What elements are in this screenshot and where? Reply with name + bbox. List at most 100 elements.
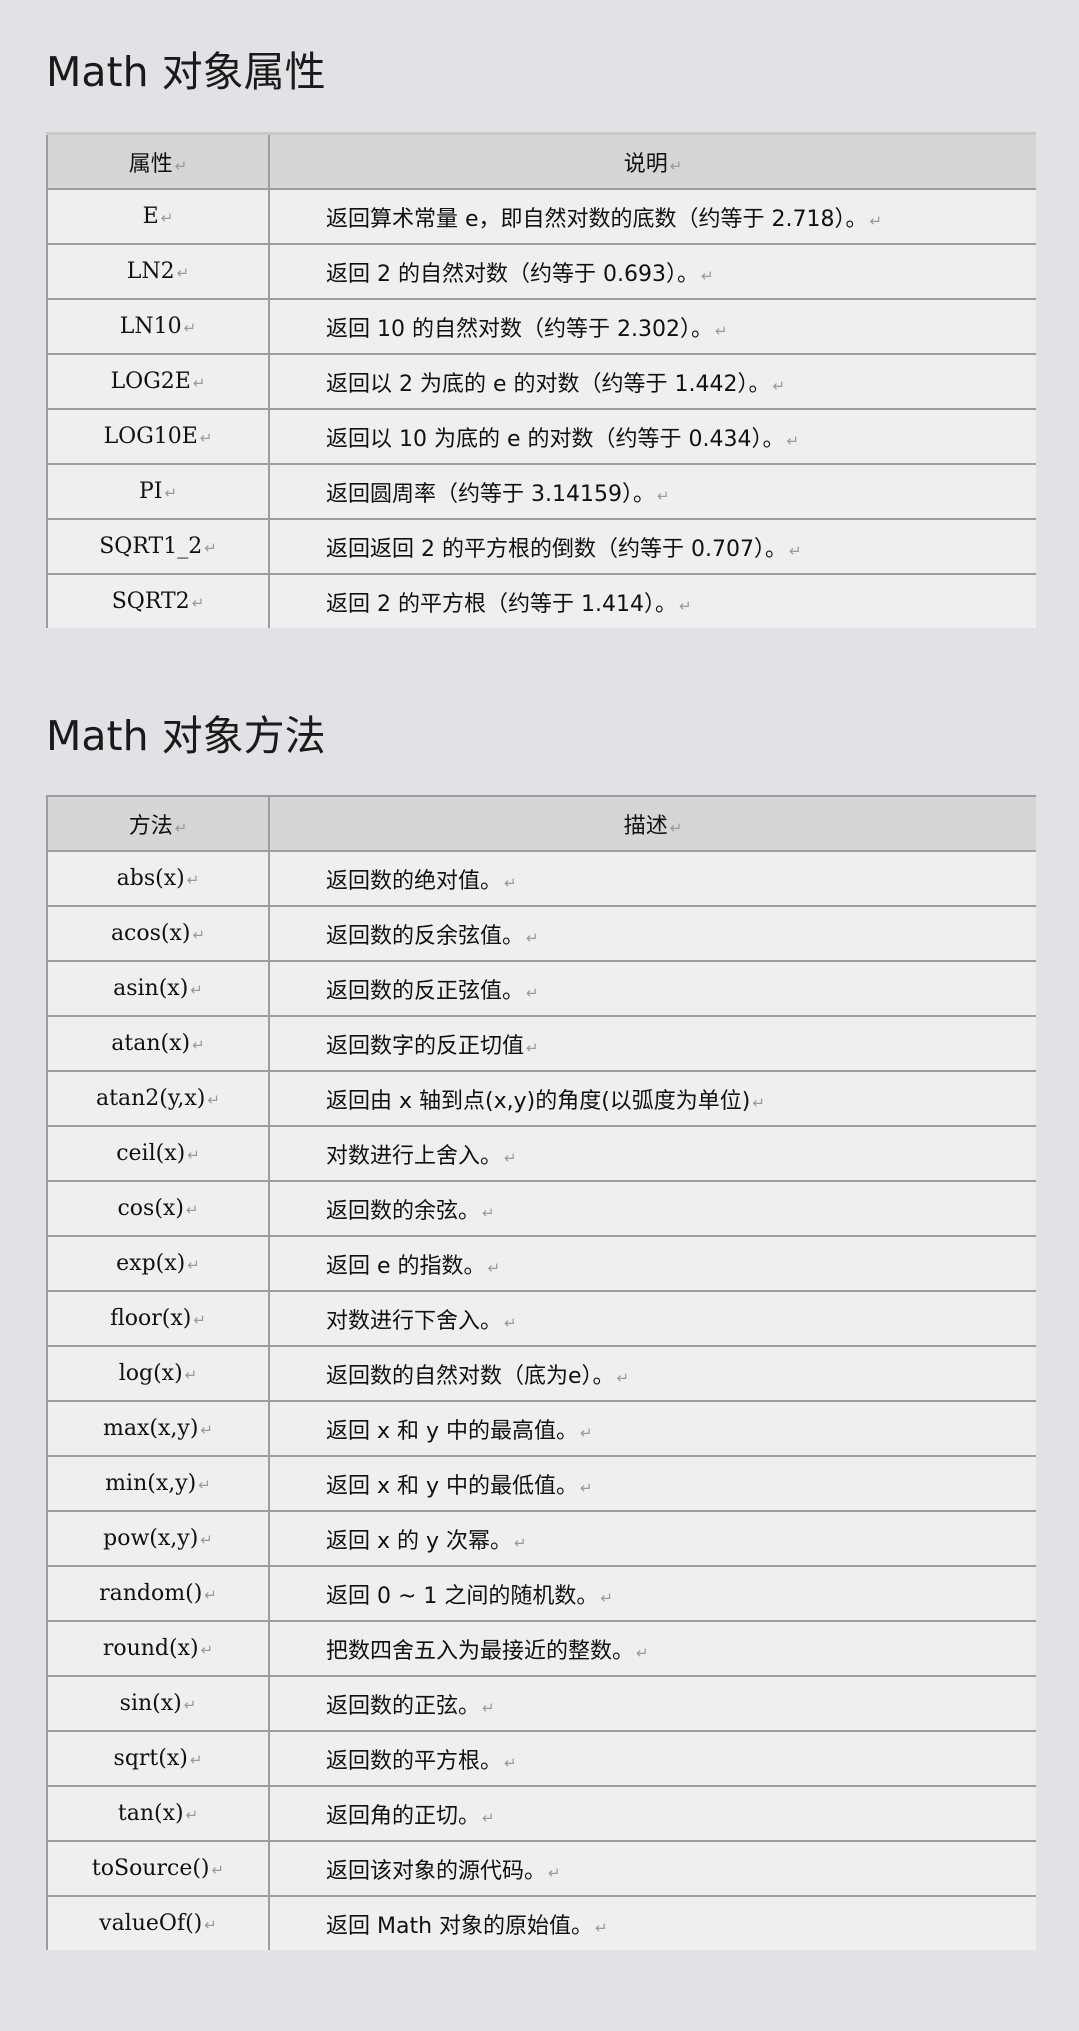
table-row: asin(x) ↵ 返回数的反正弦值。 ↵ bbox=[46, 960, 1036, 1017]
description-cell: 返回 e 的指数。 ↵ bbox=[268, 1235, 1036, 1292]
name-cell: floor(x) ↵ bbox=[46, 1290, 270, 1347]
table-row: PI ↵ 返回圆周率（约等于 3.14159）。 ↵ bbox=[46, 463, 1036, 520]
name-cell: abs(x) ↵ bbox=[46, 850, 270, 907]
header-label: 说明 bbox=[623, 151, 668, 177]
description-text: 对数进行上舍入。 bbox=[326, 1143, 503, 1169]
paragraph-mark-icon: ↵ bbox=[788, 541, 802, 560]
name-cell: atan(x) ↵ bbox=[46, 1015, 270, 1072]
name-text: random() bbox=[99, 1581, 203, 1606]
paragraph-mark-icon: ↵ bbox=[869, 211, 883, 230]
paragraph-mark-icon: ↵ bbox=[752, 1093, 765, 1112]
paragraph-mark-icon: ↵ bbox=[482, 1698, 495, 1717]
description-text: 返回 0 ~ 1 之间的随机数。 bbox=[326, 1583, 599, 1609]
paragraph-mark-icon: ↵ bbox=[669, 156, 683, 175]
paragraph-mark-icon: ↵ bbox=[714, 321, 728, 340]
name-text: LOG10E bbox=[103, 424, 198, 449]
description-text: 返回数的平方根。 bbox=[326, 1748, 503, 1774]
table-row: tan(x) ↵ 返回角的正切。 ↵ bbox=[46, 1785, 1036, 1842]
name-cell: round(x) ↵ bbox=[46, 1620, 270, 1677]
name-text: abs(x) bbox=[116, 866, 185, 891]
name-text: acos(x) bbox=[110, 921, 191, 946]
paragraph-mark-icon: ↵ bbox=[548, 1863, 561, 1882]
description-cell: 返回 x 和 y 中的最低值。 ↵ bbox=[268, 1455, 1036, 1512]
description-cell: 返回数的反余弦值。 ↵ bbox=[268, 905, 1036, 962]
name-text: floor(x) bbox=[110, 1306, 192, 1331]
name-cell: cos(x) ↵ bbox=[46, 1180, 270, 1237]
paragraph-mark-icon: ↵ bbox=[192, 926, 206, 944]
table-row: random() ↵ 返回 0 ~ 1 之间的随机数。 ↵ bbox=[46, 1565, 1036, 1622]
name-cell: sin(x) ↵ bbox=[46, 1675, 270, 1732]
name-text: SQRT1_2 bbox=[99, 534, 203, 559]
name-text: cos(x) bbox=[117, 1196, 184, 1221]
description-cell: 返回由 x 轴到点(x,y)的角度(以弧度为单位) ↵ bbox=[268, 1070, 1036, 1127]
description-cell: 返回 2 的平方根（约等于 1.414）。 ↵ bbox=[268, 573, 1036, 628]
name-cell: valueOf() ↵ bbox=[46, 1895, 270, 1950]
description-text: 返回 x 的 y 次幂。 bbox=[326, 1528, 513, 1554]
description-text: 返回 10 的自然对数（约等于 2.302）。 bbox=[326, 316, 713, 342]
paragraph-mark-icon: ↵ bbox=[487, 1258, 501, 1277]
name-text: valueOf() bbox=[99, 1911, 203, 1936]
paragraph-mark-icon: ↵ bbox=[174, 818, 188, 837]
description-text: 返回 2 的平方根（约等于 1.414）。 bbox=[326, 591, 677, 617]
table-header-row: 方法 ↵ 描述 ↵ bbox=[46, 795, 1036, 851]
description-cell: 返回数的余弦。 ↵ bbox=[268, 1180, 1036, 1237]
name-text: atan2(y,x) bbox=[96, 1086, 206, 1111]
paragraph-mark-icon: ↵ bbox=[580, 1423, 593, 1442]
table-row: acos(x) ↵ 返回数的反余弦值。 ↵ bbox=[46, 905, 1036, 962]
header-cell-description: 描述 ↵ bbox=[268, 795, 1036, 851]
table-row: atan(x) ↵ 返回数字的反正切值 ↵ bbox=[46, 1015, 1036, 1072]
name-text: LN2 bbox=[126, 259, 175, 284]
name-cell: SQRT2 ↵ bbox=[46, 573, 270, 628]
paragraph-mark-icon: ↵ bbox=[700, 266, 714, 285]
header-label: 属性 bbox=[128, 151, 173, 177]
description-cell: 返回 x 的 y 次幂。 ↵ bbox=[268, 1510, 1036, 1567]
description-cell: 返回数的自然对数（底为e）。 ↵ bbox=[268, 1345, 1036, 1402]
description-text: 返回数的反余弦值。 bbox=[326, 923, 525, 949]
name-cell: LOG2E ↵ bbox=[46, 353, 270, 410]
description-cell: 返回 0 ~ 1 之间的随机数。 ↵ bbox=[268, 1565, 1036, 1622]
description-cell: 返回该对象的源代码。 ↵ bbox=[268, 1840, 1036, 1897]
header-label: 描述 bbox=[623, 813, 668, 839]
description-cell: 把数四舍五入为最接近的整数。 ↵ bbox=[268, 1620, 1036, 1677]
description-text: 返回 x 和 y 中的最低值。 bbox=[326, 1473, 579, 1499]
description-text: 返回该对象的源代码。 bbox=[326, 1858, 547, 1884]
description-cell: 返回 10 的自然对数（约等于 2.302）。 ↵ bbox=[268, 298, 1036, 355]
name-cell: asin(x) ↵ bbox=[46, 960, 270, 1017]
name-text: ceil(x) bbox=[116, 1141, 186, 1166]
properties-section-title: Math 对象属性 bbox=[46, 48, 326, 96]
methods-section-title: Math 对象方法 bbox=[46, 712, 326, 760]
paragraph-mark-icon: ↵ bbox=[204, 1916, 217, 1934]
name-text: LOG2E bbox=[110, 369, 191, 394]
description-cell: 返回以 2 为底的 e 的对数（约等于 1.442）。 ↵ bbox=[268, 353, 1036, 410]
paragraph-mark-icon: ↵ bbox=[669, 818, 683, 837]
name-cell: tan(x) ↵ bbox=[46, 1785, 270, 1842]
name-cell: atan2(y,x) ↵ bbox=[46, 1070, 270, 1127]
paragraph-mark-icon: ↵ bbox=[504, 1148, 517, 1167]
name-cell: LN10 ↵ bbox=[46, 298, 270, 355]
description-text: 返回数的反正弦值。 bbox=[326, 978, 525, 1004]
description-cell: 对数进行下舍入。 ↵ bbox=[268, 1290, 1036, 1347]
name-cell: E ↵ bbox=[46, 188, 270, 245]
description-cell: 返回以 10 为底的 e 的对数（约等于 0.434）。 ↵ bbox=[268, 408, 1036, 465]
table-row: floor(x) ↵ 对数进行下舍入。 ↵ bbox=[46, 1290, 1036, 1347]
paragraph-mark-icon: ↵ bbox=[211, 1861, 225, 1879]
name-cell: LOG10E ↵ bbox=[46, 408, 270, 465]
description-text: 对数进行下舍入。 bbox=[326, 1308, 503, 1334]
description-cell: 对数进行上舍入。 ↵ bbox=[268, 1125, 1036, 1182]
paragraph-mark-icon: ↵ bbox=[204, 1586, 217, 1604]
properties-table: 属性 ↵ 说明 ↵ E ↵ 返回算术常量 e，即自然对数的底数（约等于 2.718）。 ↵… bbox=[46, 132, 1036, 628]
paragraph-mark-icon: ↵ bbox=[176, 264, 190, 282]
table-row: round(x) ↵ 把数四舍五入为最接近的整数。 ↵ bbox=[46, 1620, 1036, 1677]
name-cell: max(x,y) ↵ bbox=[46, 1400, 270, 1457]
description-cell: 返回 Math 对象的原始值。 ↵ bbox=[268, 1895, 1036, 1950]
paragraph-mark-icon: ↵ bbox=[595, 1918, 608, 1937]
paragraph-mark-icon: ↵ bbox=[185, 1201, 199, 1219]
paragraph-mark-icon: ↵ bbox=[185, 1806, 199, 1824]
paragraph-mark-icon: ↵ bbox=[183, 319, 197, 337]
paragraph-mark-icon: ↵ bbox=[504, 873, 517, 892]
paragraph-mark-icon: ↵ bbox=[636, 1643, 649, 1662]
name-text: max(x,y) bbox=[103, 1416, 199, 1441]
table-row: max(x,y) ↵ 返回 x 和 y 中的最高值。 ↵ bbox=[46, 1400, 1036, 1457]
name-text: tan(x) bbox=[117, 1801, 184, 1826]
paragraph-mark-icon: ↵ bbox=[526, 928, 539, 947]
